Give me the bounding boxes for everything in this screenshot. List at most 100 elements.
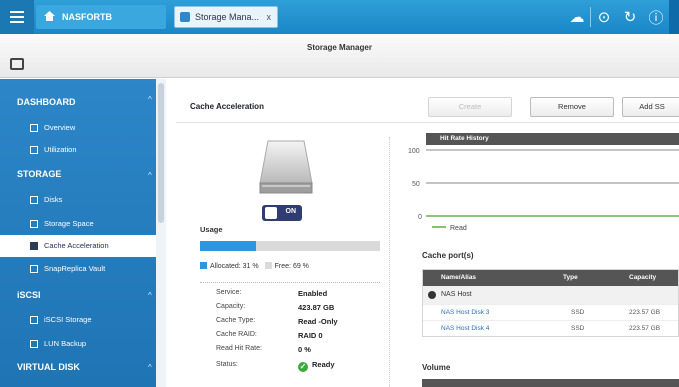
- sidebar-section-iscsi[interactable]: iSCSI: [17, 290, 41, 300]
- usage-label: Usage: [200, 225, 223, 234]
- cache-detail-panel: Hit Rate History 100 50 0 Read Cache por…: [408, 127, 679, 387]
- sidebar-item-label: Cache Acceleration: [44, 241, 109, 250]
- ready-check-icon: ✓: [298, 362, 308, 372]
- info-key: Status:: [216, 361, 238, 368]
- sidebar-item-storage-space[interactable]: Storage Space: [0, 213, 156, 235]
- toggle-label: ON: [285, 208, 297, 215]
- sidebar-item-label: Disks: [44, 195, 63, 204]
- table-header: Name/Alias Type Capacity: [423, 270, 678, 286]
- y-tick-50: 50: [412, 181, 420, 188]
- home-icon: [44, 11, 55, 21]
- sidebar-item-label: Overview: [44, 123, 76, 132]
- disk-type: SSD: [571, 325, 585, 332]
- info-divider: [200, 282, 380, 283]
- section-header: Cache Acceleration Create Remove Add SS: [176, 89, 679, 123]
- close-tab-icon[interactable]: x: [267, 7, 272, 27]
- col-capacity[interactable]: Capacity: [629, 270, 656, 286]
- col-type[interactable]: Type: [563, 270, 578, 286]
- collapse-virtual-disk-icon[interactable]: ^: [148, 363, 152, 372]
- group-label: NAS Host: [441, 291, 472, 298]
- sidebar-item-label: iSCSI Storage: [44, 315, 92, 324]
- read-hit-rate-value: 0 %: [298, 345, 311, 354]
- sidebar-item-overview[interactable]: Overview: [0, 117, 156, 139]
- sidebar-item-disks[interactable]: Disks: [0, 189, 156, 211]
- disk-name: NAS Host Disk 4: [441, 325, 490, 332]
- sidebar-section-dashboard[interactable]: DASHBOARD: [17, 97, 76, 107]
- disk-type: SSD: [571, 309, 585, 316]
- sidebar-item-utilization[interactable]: Utilization: [0, 139, 156, 161]
- collapse-iscsi-icon[interactable]: ^: [148, 291, 152, 300]
- info-icon[interactable]: ⓘ: [643, 0, 669, 34]
- iscsi-storage-icon: [30, 316, 38, 324]
- hit-rate-chart-title: Hit Rate History: [426, 133, 679, 145]
- sidebar-item-label: SnapReplica Vault: [44, 264, 106, 273]
- storage-manager-icon: [180, 12, 190, 22]
- disk-capacity: 223.57 GB: [629, 309, 661, 316]
- cache-raid-value: RAID 0: [298, 331, 323, 340]
- collapse-group-icon[interactable]: [428, 291, 436, 299]
- legend-read-label: Read: [450, 225, 467, 232]
- col-name[interactable]: Name/Alias: [441, 270, 476, 286]
- app-tab-label: Storage Mana...: [195, 12, 260, 22]
- cache-acceleration-icon: [30, 242, 38, 250]
- volume-table-header: [422, 379, 679, 387]
- info-key: Read Hit Rate:: [216, 345, 262, 352]
- usage-bar: [200, 241, 380, 251]
- snapreplica-vault-icon: [30, 265, 38, 273]
- y-tick-0: 0: [418, 214, 422, 221]
- add-ssd-button[interactable]: Add SS: [622, 97, 679, 117]
- sidebar-section-virtual-disk[interactable]: VIRTUAL DISK: [17, 362, 80, 372]
- disks-icon: [30, 196, 38, 204]
- scrollbar-thumb[interactable]: [158, 83, 164, 223]
- info-key: Cache RAID:: [216, 331, 257, 338]
- storage-manager-tab[interactable]: Storage Mana... x: [174, 6, 278, 28]
- service-value: Enabled: [298, 289, 328, 298]
- panel-divider: [389, 137, 390, 387]
- window-icon[interactable]: [10, 58, 24, 70]
- window-title: Storage Manager: [307, 43, 372, 52]
- cache-ports-table: Name/Alias Type Capacity NAS Host NAS Ho…: [422, 269, 679, 337]
- play-icon[interactable]: ⊙: [591, 0, 617, 34]
- overview-icon: [30, 124, 38, 132]
- refresh-icon[interactable]: ↻: [617, 0, 643, 34]
- cache-type-value: Read -Only: [298, 317, 338, 326]
- disk-name: NAS Host Disk 3: [441, 309, 490, 316]
- capacity-value: 423.87 GB: [298, 303, 335, 312]
- table-row[interactable]: NAS Host Disk 3 SSD 223.57 GB: [423, 304, 678, 320]
- table-row[interactable]: NAS Host Disk 4 SSD 223.57 GB: [423, 320, 678, 336]
- cache-ports-title: Cache port(s): [422, 251, 474, 260]
- storage-space-icon: [30, 220, 38, 228]
- y-tick-100: 100: [408, 148, 420, 155]
- home-tab[interactable]: NASFORTB: [36, 5, 166, 29]
- cache-toggle[interactable]: ON: [262, 205, 302, 221]
- utilization-icon: [30, 146, 38, 154]
- collapse-storage-icon[interactable]: ^: [148, 171, 152, 180]
- sidebar-item-snapreplica-vault[interactable]: SnapReplica Vault: [0, 258, 156, 280]
- menu-icon[interactable]: [0, 0, 34, 34]
- free-legend: Free: 69 %: [264, 262, 309, 270]
- allocated-legend: Allocated: 31 %: [200, 262, 259, 270]
- collapse-dashboard-icon[interactable]: ^: [148, 95, 152, 104]
- status-value: ✓ Ready: [298, 360, 335, 372]
- home-tab-label: NASFORTB: [62, 12, 112, 22]
- ssd-icon: [259, 140, 313, 194]
- info-key: Cache Type:: [216, 317, 256, 324]
- disk-capacity: 223.57 GB: [629, 325, 661, 332]
- sidebar-item-lun-backup[interactable]: LUN Backup: [0, 333, 156, 355]
- sidebar-item-label: Utilization: [44, 145, 77, 154]
- sidebar-scrollbar[interactable]: [156, 79, 166, 387]
- sidebar-item-label: Storage Space: [44, 219, 94, 228]
- sidebar-item-iscsi-storage[interactable]: iSCSI Storage: [0, 309, 156, 331]
- usage-legend: Allocated: 31 % Free: 69 %: [200, 262, 309, 270]
- top-bar: NASFORTB Storage Mana... x ☁ ⊙ ↻ ⓘ: [0, 0, 679, 34]
- sidebar: DASHBOARD ^ Overview Utilization STORAGE…: [0, 79, 166, 387]
- topbar-edge: [669, 0, 679, 34]
- sidebar-section-storage[interactable]: STORAGE: [17, 169, 61, 179]
- window-title-bar: Storage Manager: [0, 34, 679, 78]
- table-group-row[interactable]: NAS Host: [423, 286, 678, 304]
- sidebar-item-cache-acceleration[interactable]: Cache Acceleration: [0, 235, 156, 257]
- remove-button[interactable]: Remove: [530, 97, 614, 117]
- sidebar-item-label: LUN Backup: [44, 339, 87, 348]
- create-button[interactable]: Create: [428, 97, 512, 117]
- cloud-icon[interactable]: ☁: [564, 0, 590, 34]
